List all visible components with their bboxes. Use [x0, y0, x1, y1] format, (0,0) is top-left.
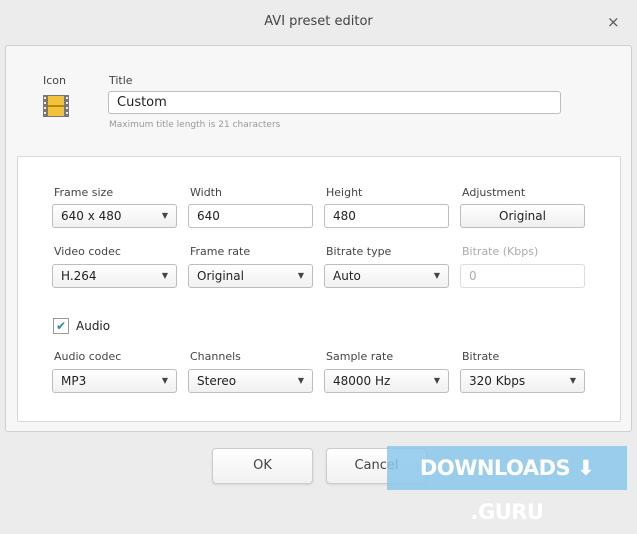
audio-codec-select[interactable]: MP3 ▼ [52, 369, 177, 393]
channels-select[interactable]: Stereo ▼ [188, 369, 313, 393]
adjustment-button[interactable]: Original [460, 204, 585, 228]
audio-codec-value: MP3 [61, 374, 87, 388]
chevron-down-icon: ▼ [433, 376, 440, 385]
sample-rate-value: 48000 Hz [333, 374, 391, 388]
frame-rate-value: Original [197, 269, 244, 283]
bitrate-type-label: Bitrate type [326, 245, 392, 258]
channels-label: Channels [190, 350, 241, 363]
frame-size-label: Frame size [54, 186, 114, 199]
audio-codec-label: Audio codec [54, 350, 122, 363]
audio-checkbox-label[interactable]: Audio [76, 319, 110, 333]
adjustment-label: Adjustment [462, 186, 526, 199]
title-input[interactable]: Custom [108, 91, 561, 114]
chevron-down-icon: ▼ [569, 376, 576, 385]
video-bitrate-input: 0 [460, 264, 585, 288]
audio-bitrate-value: 320 Kbps [469, 374, 526, 388]
frame-rate-select[interactable]: Original ▼ [188, 264, 313, 288]
video-bitrate-label: Bitrate (Kbps) [462, 245, 539, 258]
window-title: AVI preset editor [264, 14, 373, 29]
width-label: Width [190, 186, 222, 199]
watermark-logo: DOWNLOADS ⬇ .GURU [387, 446, 627, 524]
height-input[interactable]: 480 [324, 204, 449, 228]
chevron-down-icon: ▼ [297, 271, 304, 280]
chevron-down-icon: ▼ [161, 271, 168, 280]
sample-rate-select[interactable]: 48000 Hz ▼ [324, 369, 449, 393]
icon-label: Icon [43, 74, 66, 87]
frame-size-select[interactable]: 640 x 480 ▼ [52, 204, 177, 228]
chevron-down-icon: ▼ [433, 271, 440, 280]
title-hint: Maximum title length is 21 characters [109, 120, 281, 130]
film-icon[interactable] [43, 95, 69, 117]
bitrate-type-value: Auto [333, 269, 361, 283]
video-codec-value: H.264 [61, 269, 97, 283]
chevron-down-icon: ▼ [161, 211, 168, 220]
video-codec-label: Video codec [54, 245, 121, 258]
bitrate-type-select[interactable]: Auto ▼ [324, 264, 449, 288]
sample-rate-label: Sample rate [326, 350, 394, 363]
chevron-down-icon: ▼ [297, 376, 304, 385]
audio-bitrate-select[interactable]: 320 Kbps ▼ [460, 369, 585, 393]
audio-bitrate-label: Bitrate [462, 350, 500, 363]
audio-checkbox[interactable]: ✔ [53, 318, 69, 334]
ok-button[interactable]: OK [212, 448, 313, 484]
chevron-down-icon: ▼ [161, 376, 168, 385]
width-input[interactable]: 640 [188, 204, 313, 228]
channels-value: Stereo [197, 374, 237, 388]
close-icon[interactable]: × [607, 13, 620, 31]
title-label: Title [109, 74, 133, 87]
height-label: Height [326, 186, 363, 199]
frame-rate-label: Frame rate [190, 245, 251, 258]
frame-size-value: 640 x 480 [61, 209, 122, 223]
video-codec-select[interactable]: H.264 ▼ [52, 264, 177, 288]
